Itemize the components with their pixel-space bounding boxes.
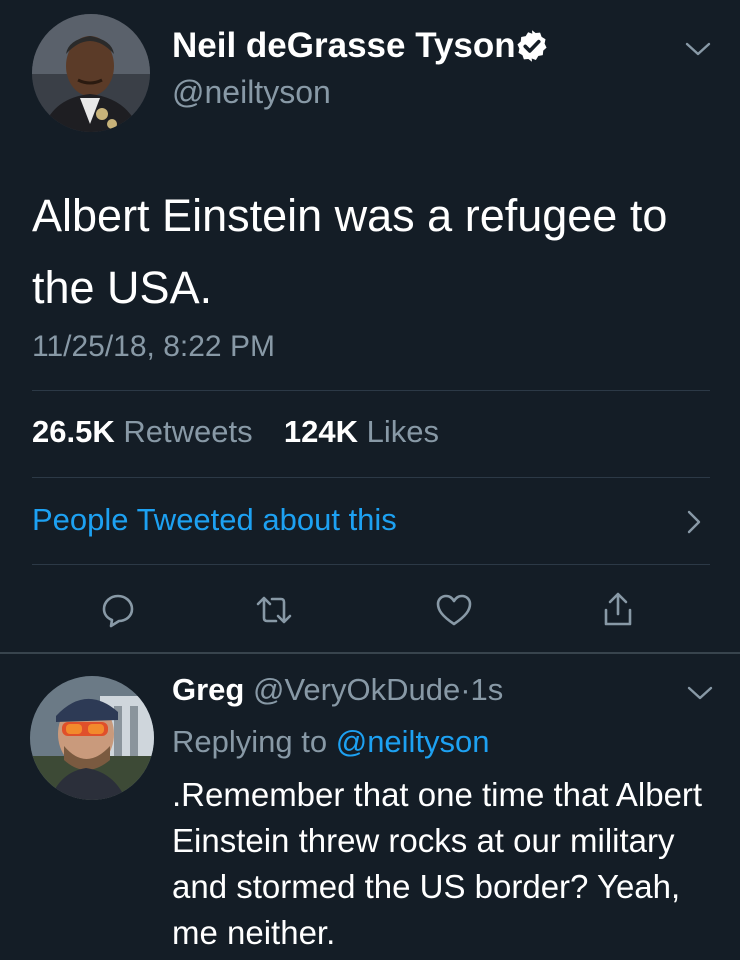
twitter-app: Neil deGrasse Tyson @neiltyson Albert Ei… [0,0,740,960]
replying-to-handle[interactable]: @neiltyson [336,724,490,759]
likes-count: 124K [283,414,358,449]
reply-separator: · [460,672,471,707]
tweet-stats: 26.5K Retweets 124K Likes [32,414,439,450]
likes-stat[interactable]: 124K Likes [284,414,439,449]
divider [32,390,710,391]
chevron-down-icon[interactable] [684,40,712,58]
people-tweeted-link[interactable]: People Tweeted about this [32,502,397,538]
chevron-down-icon[interactable] [686,684,714,702]
reply-author-avatar[interactable] [30,676,154,800]
author-avatar[interactable] [32,14,150,132]
reply-author-name[interactable]: Greg [172,672,244,707]
reply-header: Greg @VeryOkDude·1s [172,672,503,708]
author-handle[interactable]: @neiltyson [172,74,331,111]
reply-text: .Remember that one time that Albert Eins… [172,776,703,951]
divider [32,477,710,478]
likes-label: Likes [366,414,439,449]
reply-time: 1s [470,672,504,707]
reply-author-handle[interactable]: @VeryOkDude [253,672,460,707]
share-icon[interactable] [598,590,638,630]
retweets-label: Retweets [123,414,253,449]
reply-icon[interactable] [98,590,138,630]
tweet-timestamp: 11/25/18, 8:22 PM [32,330,275,363]
tweet-text: Albert Einstein was a refugee to the USA… [32,190,668,313]
verified-badge-icon [517,30,547,62]
replying-to: Replying to @neiltyson [172,724,490,760]
author-name[interactable]: Neil deGrasse Tyson [172,26,516,66]
divider [32,564,710,565]
chevron-right-icon[interactable] [684,508,704,536]
main-tweet: Neil deGrasse Tyson @neiltyson Albert Ei… [0,0,740,654]
retweets-count: 26.5K [32,414,115,449]
tweet-separator [0,652,740,654]
like-icon[interactable] [434,590,474,630]
retweets-stat[interactable]: 26.5K Retweets [32,414,261,449]
replying-to-label: Replying to [172,724,328,759]
retweet-icon[interactable] [254,590,294,630]
